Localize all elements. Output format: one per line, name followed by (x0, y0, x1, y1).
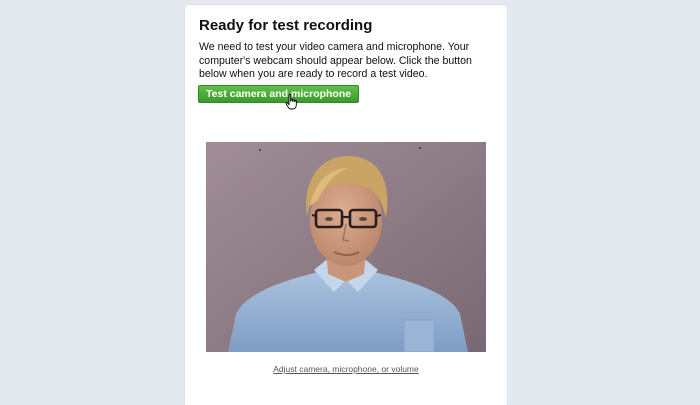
instructions-text: We need to test your video camera and mi… (199, 41, 472, 80)
test-camera-button[interactable]: Test camera and microphone (198, 85, 360, 103)
panel-title: Ready for test recording (199, 17, 373, 34)
webcam-preview (206, 142, 486, 352)
webcam-image (206, 142, 486, 352)
adjust-settings-link[interactable]: Adjust camera, microphone, or volume (185, 364, 507, 374)
recording-panel: Ready for test recording We need to test… (185, 5, 507, 405)
hand-pointer-icon (285, 94, 299, 110)
